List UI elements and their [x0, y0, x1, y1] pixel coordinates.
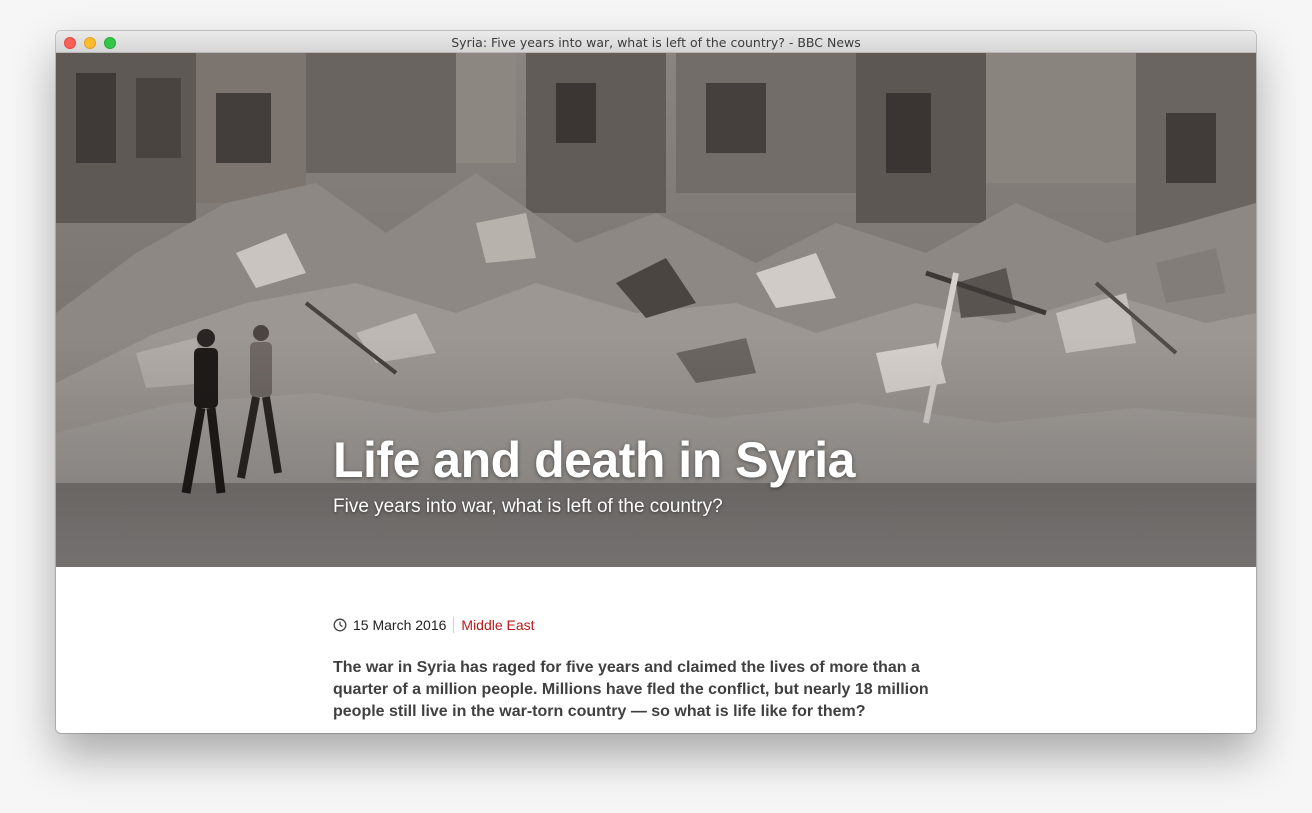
hero-banner: Life and death in Syria Five years into … [56, 53, 1256, 567]
clock-icon [333, 618, 347, 632]
article-intro: The war in Syria has raged for five year… [333, 659, 929, 720]
publish-date: 15 March 2016 [353, 617, 447, 633]
article-body: 15 March 2016 Middle East The war in Syr… [333, 615, 953, 723]
article-meta: 15 March 2016 Middle East [333, 615, 953, 635]
meta-divider [453, 617, 455, 633]
hero-image [56, 53, 1256, 567]
window-title: Syria: Five years into war, what is left… [451, 35, 861, 50]
browser-window: Syria: Five years into war, what is left… [56, 31, 1256, 733]
hero-subtitle: Five years into war, what is left of the… [333, 496, 723, 517]
hero-title: Life and death in Syria [333, 432, 855, 488]
section-link[interactable]: Middle East [461, 617, 534, 633]
title-bar[interactable]: Syria: Five years into war, what is left… [56, 31, 1256, 53]
